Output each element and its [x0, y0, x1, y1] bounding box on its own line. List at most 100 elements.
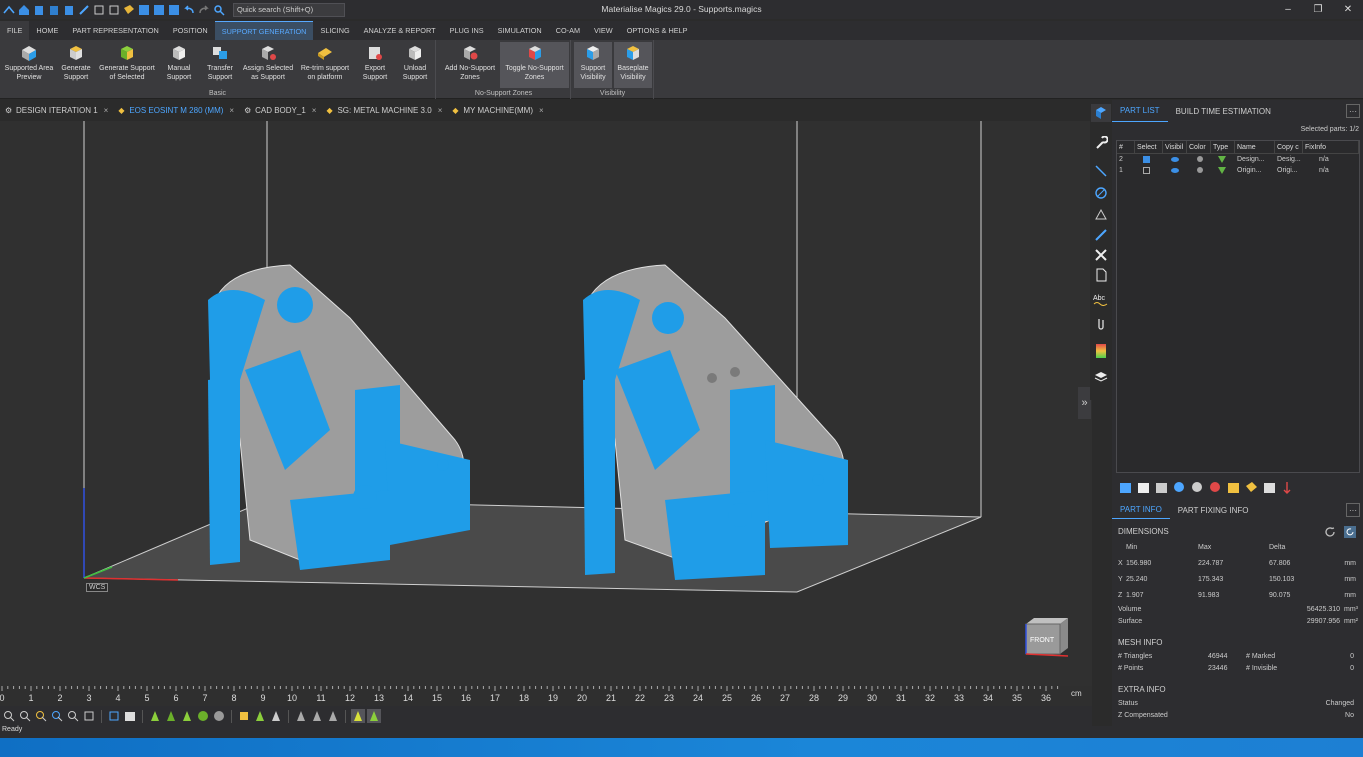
- save-as-icon[interactable]: [167, 3, 180, 16]
- tab-slicing[interactable]: SLICING: [313, 21, 356, 40]
- minimize-button[interactable]: –: [1273, 0, 1303, 19]
- view-iso-icon[interactable]: [82, 709, 96, 723]
- tab-support-generation[interactable]: SUPPORT GENERATION: [214, 21, 314, 40]
- mark-icon[interactable]: [351, 709, 365, 723]
- column-header[interactable]: Visibil: [1163, 141, 1187, 153]
- load-icon[interactable]: [47, 3, 60, 16]
- select-parts-icon[interactable]: [1136, 480, 1151, 495]
- search-icon[interactable]: [212, 3, 225, 16]
- measure-angle-icon[interactable]: [326, 709, 340, 723]
- column-header[interactable]: Color: [1187, 141, 1211, 153]
- doc-tab-design-iteration[interactable]: ⚙ DESIGN ITERATION 1 ×: [0, 100, 113, 120]
- doc-tab-eos-eosint[interactable]: ◆ EOS EOSINT M 280 (MM) ×: [113, 100, 239, 120]
- unload-support-button[interactable]: Unload Support: [396, 42, 434, 88]
- support-visibility-button[interactable]: Support Visibility: [574, 42, 612, 88]
- close-icon[interactable]: ×: [229, 106, 234, 115]
- part-list-tool-icon[interactable]: [1091, 104, 1111, 122]
- transparency-icon[interactable]: [212, 709, 226, 723]
- redo-icon[interactable]: [197, 3, 210, 16]
- eye-icon[interactable]: [1171, 168, 1179, 173]
- zoom-window-icon[interactable]: [18, 709, 32, 723]
- close-icon[interactable]: ×: [539, 106, 544, 115]
- text-abc-icon[interactable]: Abc: [1091, 290, 1111, 308]
- refresh-icon[interactable]: [1324, 526, 1336, 538]
- tab-view[interactable]: VIEW: [587, 21, 620, 40]
- close-button[interactable]: ✕: [1333, 0, 1363, 19]
- light-icon[interactable]: [253, 709, 267, 723]
- column-header[interactable]: FixInfo: [1303, 141, 1359, 153]
- transfer-support-button[interactable]: Transfer Support: [200, 42, 240, 88]
- shaded-icon[interactable]: [148, 709, 162, 723]
- tab-plug-ins[interactable]: PLUG INS: [443, 21, 491, 40]
- tab-file[interactable]: FILE: [0, 21, 30, 40]
- more-options-button[interactable]: ···: [1346, 104, 1360, 118]
- import-icon[interactable]: [32, 3, 45, 16]
- wrench-icon[interactable]: [1091, 134, 1111, 152]
- home-icon[interactable]: [17, 3, 30, 16]
- restore-button[interactable]: ❐: [1303, 0, 1333, 19]
- measure-distance-icon[interactable]: [310, 709, 324, 723]
- re-trim-support-button[interactable]: Re-trim support on platform: [296, 42, 354, 88]
- tab-part-info[interactable]: PART INFO: [1112, 501, 1170, 519]
- assign-selected-as-support-button[interactable]: Assign Selected as Support: [240, 42, 296, 88]
- invert-selection-icon[interactable]: [1154, 480, 1169, 495]
- tab-part-representation[interactable]: PART REPRESENTATION: [65, 21, 166, 40]
- shells-icon[interactable]: [196, 709, 210, 723]
- group-icon[interactable]: [1172, 480, 1187, 495]
- color-swatch[interactable]: [1187, 154, 1211, 165]
- sort-icon[interactable]: [1280, 480, 1295, 495]
- box-icon[interactable]: [107, 3, 120, 16]
- circle-measure-icon[interactable]: [1091, 184, 1111, 202]
- zoom-selected-icon[interactable]: [34, 709, 48, 723]
- column-header[interactable]: Copy c: [1275, 141, 1303, 153]
- app-menu-icon[interactable]: [2, 3, 15, 16]
- part-properties-icon[interactable]: [1262, 480, 1277, 495]
- tab-simulation[interactable]: SIMULATION: [491, 21, 549, 40]
- export-support-button[interactable]: Export Support: [356, 42, 394, 88]
- generate-support-button[interactable]: Generate Support: [58, 42, 94, 88]
- table-row[interactable]: 1 Origin... Origi... n/a: [1117, 165, 1359, 176]
- generate-support-of-selected-button[interactable]: Generate Support of Selected: [94, 42, 160, 88]
- tools-icon[interactable]: [1091, 246, 1111, 264]
- color-map-icon[interactable]: [1091, 342, 1111, 360]
- wcs-label[interactable]: WCS: [86, 583, 109, 592]
- view-cube[interactable]: FRONT: [1022, 618, 1070, 662]
- column-header[interactable]: Select: [1135, 141, 1163, 153]
- close-icon[interactable]: ×: [438, 106, 443, 115]
- tab-co-am[interactable]: CO-AM: [549, 21, 587, 40]
- render-mode-icon[interactable]: [123, 709, 137, 723]
- zoom-fit-icon[interactable]: [50, 709, 64, 723]
- perspective-icon[interactable]: [237, 709, 251, 723]
- section-icon[interactable]: [269, 709, 283, 723]
- tab-position[interactable]: POSITION: [166, 21, 215, 40]
- document-icon[interactable]: [1091, 266, 1111, 284]
- checkbox-unchecked[interactable]: [1143, 167, 1150, 174]
- add-no-support-zones-button[interactable]: Add No-Support Zones: [439, 42, 501, 88]
- cube-icon[interactable]: [92, 3, 105, 16]
- label-part-icon[interactable]: [1244, 480, 1259, 495]
- zoom-part-icon[interactable]: [66, 709, 80, 723]
- column-header[interactable]: #: [1117, 141, 1135, 153]
- quick-search-input[interactable]: Quick search (Shift+Q): [233, 2, 345, 17]
- eye-icon[interactable]: [1171, 157, 1179, 162]
- checkbox-checked[interactable]: [1143, 156, 1150, 163]
- column-header[interactable]: Type: [1211, 141, 1235, 153]
- select-checkbox[interactable]: [1135, 165, 1163, 176]
- color-swatch[interactable]: [1187, 165, 1211, 176]
- tab-options-help[interactable]: OPTIONS & HELP: [620, 21, 695, 40]
- doc-tab-cad-body[interactable]: ⚙ CAD BODY_1 ×: [239, 100, 321, 120]
- mark-surface-icon[interactable]: [367, 709, 381, 723]
- visibility-toggle[interactable]: [1163, 165, 1187, 176]
- label-icon[interactable]: [122, 3, 135, 16]
- undo-icon[interactable]: [182, 3, 195, 16]
- doc-tab-sg-metal-machine[interactable]: ◆ SG: METAL MACHINE 3.0 ×: [321, 100, 447, 120]
- tab-build-time-estimation[interactable]: BUILD TIME ESTIMATION: [1168, 100, 1279, 122]
- tab-part-fixing-info[interactable]: PART FIXING INFO: [1170, 501, 1257, 519]
- tab-analyze-report[interactable]: ANALYZE & REPORT: [357, 21, 443, 40]
- ungroup-icon[interactable]: [1190, 480, 1205, 495]
- table-row[interactable]: 2 Design... Desig... n/a: [1117, 154, 1359, 165]
- measure-icon[interactable]: [294, 709, 308, 723]
- measure-line-icon[interactable]: [1091, 162, 1111, 180]
- view-cube-toggle-icon[interactable]: [107, 709, 121, 723]
- add-part-icon[interactable]: [1118, 480, 1133, 495]
